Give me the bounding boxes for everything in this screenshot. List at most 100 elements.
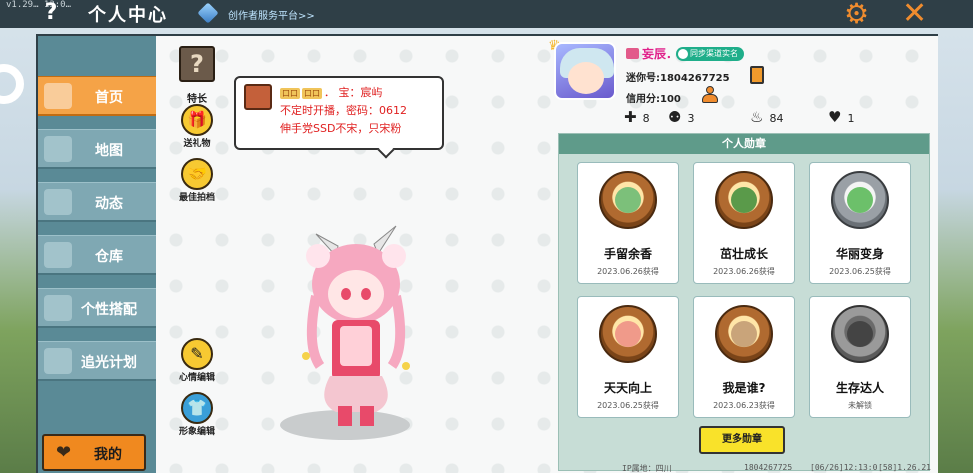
mine-label: 我的 bbox=[94, 447, 122, 463]
likes-count: 1 bbox=[847, 112, 855, 125]
top-bar: v1.29… 13:0… ? 个人中心 创作者服务平台>> ⚙ ✕ bbox=[0, 0, 973, 31]
ip-location: IP属地：四川 bbox=[622, 464, 672, 473]
signature-line-2: 不定时开播，密码：0612 bbox=[280, 104, 407, 117]
look-edit-label: 形象编辑 bbox=[178, 427, 215, 437]
footer-time: [06/26]12:13:0 bbox=[810, 463, 878, 472]
best-partner-label: 最佳拍档 bbox=[178, 193, 215, 203]
profile-name: 妄辰． bbox=[642, 47, 679, 61]
friends-count: 8 bbox=[642, 112, 650, 125]
more-badges-button[interactable]: 更多勋章 bbox=[699, 426, 785, 454]
badge-medal-icon bbox=[715, 171, 773, 229]
person-icon[interactable] bbox=[702, 86, 718, 104]
fans-stat[interactable]: ⚉ 3 bbox=[668, 108, 694, 126]
badge-name: 天天向上 bbox=[603, 381, 652, 395]
special-skill-label: 特长 bbox=[187, 94, 207, 105]
badge-card[interactable]: 华丽变身 2023.06.25获得 bbox=[809, 162, 911, 284]
badge-name: 手留余香 bbox=[603, 247, 652, 261]
signature-bubble[interactable]: 口口 口口． 宝：宸屿 不定时开播，密码：0612 伸手党SSD不宋，只宋粉 bbox=[234, 76, 444, 159]
heat-stat[interactable]: ♨ 84 bbox=[750, 108, 783, 126]
fans-count: 3 bbox=[687, 112, 695, 125]
sidebar-item-label: 个性搭配 bbox=[81, 302, 137, 318]
sidebar-item-light-plan[interactable]: 追光计划 bbox=[38, 341, 156, 381]
sidebar-item-label: 地图 bbox=[95, 143, 123, 159]
badge-panel-title: 个人勋章 bbox=[559, 134, 929, 154]
badge-date: 2023.06.26获得 bbox=[713, 267, 775, 276]
mood-edit-button[interactable]: ✎ 心情编辑 bbox=[167, 338, 227, 383]
home-content: ? 特长 🎁 送礼物 🤝 最佳拍档 ✎ 心情编辑 👕 形象编辑 口口 口口． 宝：… bbox=[156, 36, 938, 473]
pencil-icon: ✎ bbox=[181, 338, 213, 370]
sidebar-item-label: 追光计划 bbox=[81, 355, 137, 371]
player-avatar-3d[interactable] bbox=[296, 216, 416, 432]
credit-score: 信用分:100 bbox=[626, 94, 681, 105]
creator-platform-link[interactable]: 创作者服务平台>> bbox=[228, 7, 315, 22]
badge-date: 2023.06.25获得 bbox=[829, 267, 891, 276]
heart-icon: ♥ bbox=[828, 108, 842, 126]
chest-icon bbox=[244, 84, 272, 110]
sidebar-item-map[interactable]: 地图 bbox=[38, 129, 156, 169]
badge-card[interactable]: 天天向上 2023.06.25获得 bbox=[577, 296, 679, 418]
send-gift-button[interactable]: 🎁 送礼物 bbox=[167, 104, 227, 149]
shirt-icon: 👕 bbox=[181, 392, 213, 424]
sidebar-item-feed[interactable]: 动态 bbox=[38, 182, 156, 222]
copy-icon[interactable] bbox=[750, 66, 764, 84]
badge-date: 2023.06.23获得 bbox=[713, 401, 775, 410]
send-gift-label: 送礼物 bbox=[183, 139, 211, 149]
help-button[interactable]: ? bbox=[38, 0, 64, 26]
badge-name: 生存达人 bbox=[835, 381, 884, 395]
cheer-icon: ⚉ bbox=[668, 108, 682, 126]
sidebar-item-label: 首页 bbox=[95, 90, 123, 106]
handshake-icon: 🤝 bbox=[181, 158, 213, 190]
signature-line-3: 伸手党SSD不宋，只宋粉 bbox=[280, 122, 402, 135]
heat-count: 84 bbox=[769, 112, 784, 125]
badge-medal-icon bbox=[599, 171, 657, 229]
plus-icon: ✚ bbox=[624, 108, 637, 126]
personal-center-panel: 首页 地图 动态 仓库 个性搭配 追光计划 ❤ 我的 ? 特长 🎁 送礼物 🤝 … bbox=[36, 34, 938, 473]
gender-icon bbox=[626, 48, 639, 59]
badge-card[interactable]: 手留余香 2023.06.26获得 bbox=[577, 162, 679, 284]
sync-realname-badge[interactable]: 同步渠道实名 bbox=[676, 47, 744, 61]
sidebar-item-warehouse[interactable]: 仓库 bbox=[38, 235, 156, 275]
gift-icon: 🎁 bbox=[181, 104, 213, 136]
badge-date: 未解锁 bbox=[848, 401, 872, 410]
signature-tag-1: 口口 bbox=[280, 88, 300, 99]
badge-medal-icon bbox=[831, 305, 889, 363]
close-icon[interactable]: ✕ bbox=[902, 0, 927, 31]
badge-medal-icon bbox=[831, 171, 889, 229]
badge-name: 茁壮成长 bbox=[719, 247, 768, 261]
footer-build: [58]1.26.21 bbox=[878, 463, 931, 472]
badge-date: 2023.06.25获得 bbox=[597, 401, 659, 410]
badge-panel: 个人勋章 手留余香 2023.06.26获得 茁壮成长 2023.06.26获得… bbox=[558, 133, 930, 471]
badge-medal-icon bbox=[715, 305, 773, 363]
signature-tag-2: 口口 bbox=[302, 88, 322, 99]
sidebar-item-label: 仓库 bbox=[95, 249, 123, 265]
likes-stat[interactable]: ♥ 1 bbox=[828, 108, 854, 126]
signature-line-1-text: ． 宝：宸屿 bbox=[324, 86, 383, 99]
signature-line-1: 口口 口口． 宝：宸屿 bbox=[280, 84, 383, 100]
gear-icon[interactable]: ⚙ bbox=[844, 0, 869, 30]
mini-id: 迷你号:1804267725 bbox=[626, 73, 730, 84]
profile-avatar[interactable] bbox=[554, 42, 616, 100]
badge-card[interactable]: 我是谁? 2023.06.23获得 bbox=[693, 296, 795, 418]
heart-icon: ❤ bbox=[56, 442, 72, 463]
sidebar-item-home[interactable]: 首页 bbox=[38, 76, 156, 116]
mine-button[interactable]: ❤ 我的 bbox=[42, 434, 146, 471]
flame-icon: ♨ bbox=[750, 108, 764, 126]
sidebar: 首页 地图 动态 仓库 个性搭配 追光计划 ❤ 我的 bbox=[38, 36, 156, 473]
footer-uid: 1804267725 bbox=[744, 463, 793, 472]
mood-edit-label: 心情编辑 bbox=[178, 373, 215, 383]
friends-stat[interactable]: ✚ 8 bbox=[624, 108, 650, 126]
best-partner-button[interactable]: 🤝 最佳拍档 bbox=[167, 158, 227, 203]
creator-cube-icon[interactable] bbox=[197, 2, 219, 24]
special-skill-button[interactable]: ? bbox=[179, 46, 215, 82]
avatar-face bbox=[568, 62, 604, 94]
badge-date: 2023.06.26获得 bbox=[597, 267, 659, 276]
badge-card[interactable]: 茁壮成长 2023.06.26获得 bbox=[693, 162, 795, 284]
sidebar-item-outfit[interactable]: 个性搭配 bbox=[38, 288, 156, 328]
badge-name: 我是谁? bbox=[722, 381, 766, 395]
badge-name: 华丽变身 bbox=[835, 247, 884, 261]
page-title: 个人中心 bbox=[88, 5, 168, 26]
badge-card-locked[interactable]: 生存达人 未解锁 bbox=[809, 296, 911, 418]
sidebar-item-label: 动态 bbox=[95, 196, 123, 212]
look-edit-button[interactable]: 👕 形象编辑 bbox=[167, 392, 227, 437]
badge-medal-icon bbox=[599, 305, 657, 363]
